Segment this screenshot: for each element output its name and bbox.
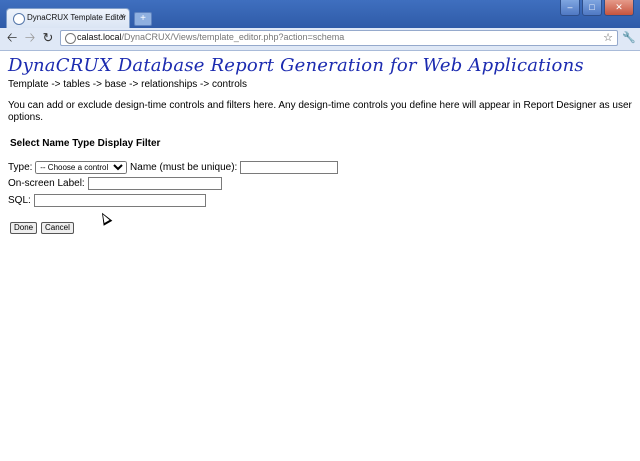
window-controls: – □ ✕ — [560, 0, 634, 16]
page-favicon-icon — [13, 13, 25, 25]
page-title: DynaCRUX Database Report Generation for … — [8, 55, 584, 76]
breadcrumb: Template -> tables -> base -> relationsh… — [8, 79, 248, 90]
onscreen-label: On-screen Label: — [8, 178, 85, 189]
section-title: Select Name Type Display Filter — [10, 138, 161, 149]
type-select[interactable]: -- Choose a control -- — [35, 161, 128, 174]
browser-tab[interactable]: DynaCRUX Template Editor × — [6, 8, 130, 28]
browser-toolbar: 🡠 🡢 ↻ calast.local/DynaCRUX/Views/templa… — [0, 28, 640, 51]
onscreen-label-input[interactable] — [87, 177, 222, 190]
minimize-icon[interactable]: – — [560, 0, 580, 16]
mouse-cursor-icon — [97, 210, 113, 226]
done-button[interactable]: Done — [10, 222, 38, 234]
reload-icon[interactable]: ↻ — [40, 30, 56, 46]
intro-text: You can add or exclude design-time contr… — [8, 100, 632, 123]
back-icon[interactable]: 🡠 — [4, 30, 20, 46]
type-label: Type: — [8, 162, 33, 173]
forward-icon[interactable]: 🡢 — [22, 30, 38, 46]
wrench-icon[interactable]: 🔧 — [622, 31, 636, 44]
name-input[interactable] — [240, 161, 339, 174]
sql-label: SQL: — [8, 195, 31, 206]
sql-input[interactable] — [33, 194, 206, 207]
tab-close-icon[interactable]: × — [120, 11, 125, 21]
star-icon[interactable]: ☆ — [603, 31, 613, 45]
maximize-icon[interactable]: □ — [582, 0, 602, 16]
close-icon[interactable]: ✕ — [604, 0, 634, 16]
window-titlebar: DynaCRUX Template Editor × + – □ ✕ — [0, 0, 640, 28]
name-label: Name (must be unique): — [130, 162, 238, 173]
url-text: calast.local/DynaCRUX/Views/template_edi… — [77, 32, 345, 42]
tab-title: DynaCRUX Template Editor — [27, 13, 127, 22]
sql-row: SQL: — [8, 194, 206, 207]
new-tab-button[interactable]: + — [134, 12, 152, 26]
cancel-button[interactable]: Cancel — [41, 222, 74, 234]
page-icon — [65, 33, 76, 44]
address-bar[interactable]: calast.local/DynaCRUX/Views/template_edi… — [60, 30, 618, 46]
page-content: DynaCRUX Database Report Generation for … — [8, 52, 632, 207]
type-row: Type: -- Choose a control -- Name (must … — [8, 161, 339, 174]
onscreen-label-row: On-screen Label: — [8, 177, 222, 190]
